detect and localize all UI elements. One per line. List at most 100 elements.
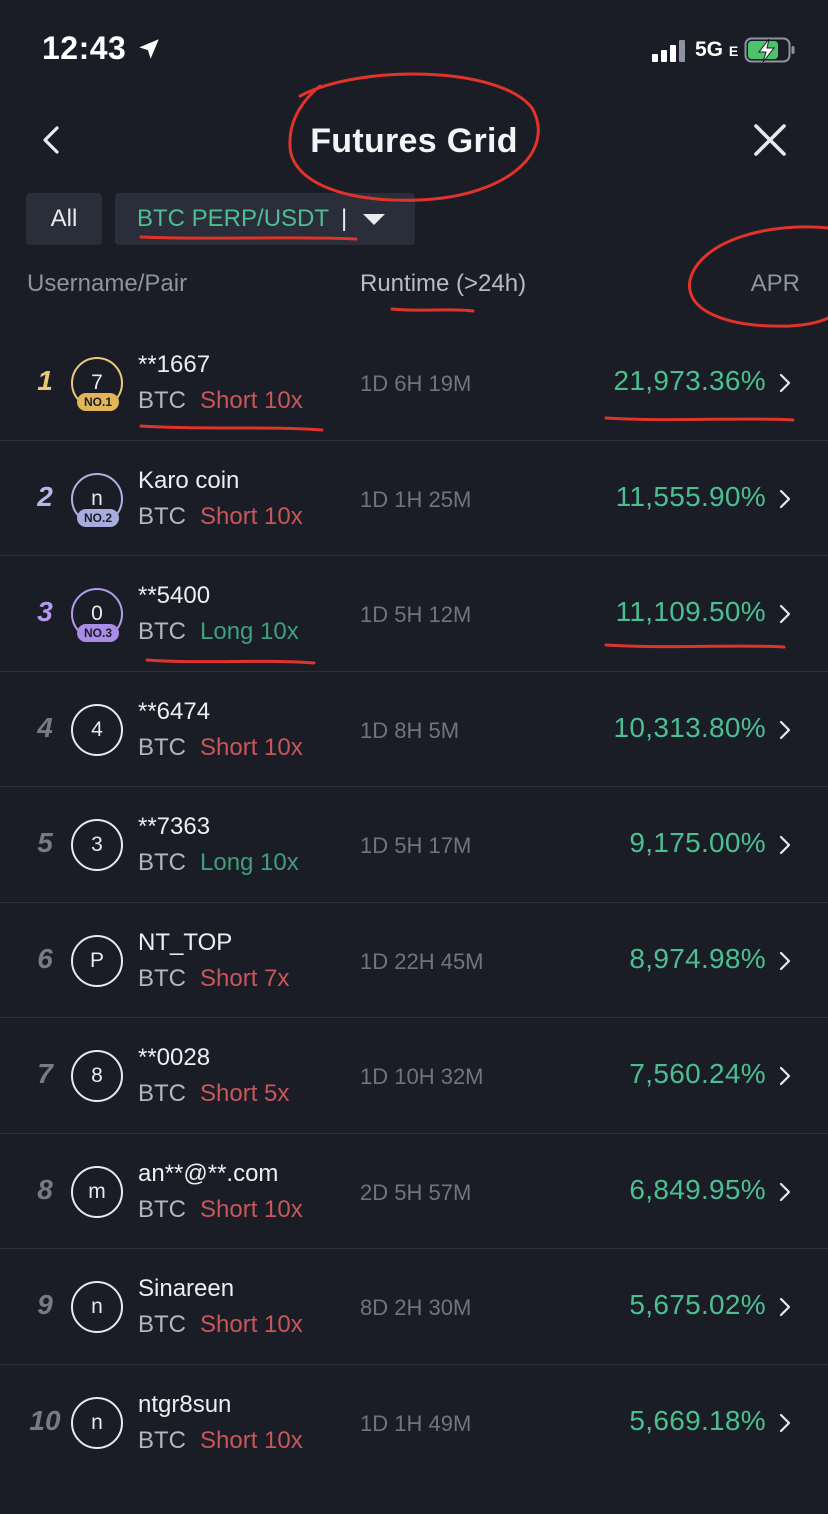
coin-label: BTC [138, 733, 186, 761]
list-item[interactable]: 4 4 **6474 BTC Short 10x 1D 8H 5M 10,313.… [0, 672, 828, 787]
apr-value: 9,175.00% [629, 827, 766, 858]
list-item[interactable]: 7 8 **0028 BTC Short 5x 1D 10H 32M 7,560.… [0, 1018, 828, 1134]
pair-info: BTC Long 10x [138, 849, 299, 877]
pair-select-label: BTC PERP/USDT [137, 205, 330, 232]
list-item[interactable]: 2 n NO.2 Karo coin BTC Short 10x 1D 1H 25… [0, 441, 828, 556]
apr-value: 5,669.18% [629, 1404, 766, 1436]
status-bar: 12:43 5G E [0, 0, 828, 100]
direction-label: Short 10x [200, 387, 303, 414]
chevron-right-icon [779, 951, 791, 970]
chevron-right-icon [779, 720, 791, 739]
rank-number: 6 [37, 942, 53, 974]
runtime-value: 1D 5H 17M [360, 833, 472, 858]
apr-value: 7,560.24% [629, 1058, 766, 1089]
avatar: n [71, 1281, 123, 1333]
close-button[interactable] [748, 118, 792, 162]
apr-value: 11,109.50% [615, 596, 766, 627]
direction-label: Short 10x [200, 1311, 303, 1338]
username: **1667 [138, 351, 211, 378]
apr-value: 5,675.02% [629, 1289, 766, 1320]
username: an**@**.com [138, 1159, 279, 1187]
status-time: 12:43 [42, 30, 127, 66]
column-header-runtime[interactable]: Runtime (>24h) [360, 270, 526, 298]
runtime-value: 1D 1H 49M [360, 1410, 472, 1436]
direction-label: Short 10x [200, 1426, 303, 1454]
avatar: n [71, 1396, 123, 1449]
rank-badge: NO.3 [77, 624, 119, 642]
runtime-value: 1D 8H 5M [360, 717, 460, 743]
coin-label: BTC [138, 618, 186, 645]
apr-value: 10,313.80% [613, 711, 766, 743]
username: ntgr8sun [138, 1390, 232, 1418]
network-label: 5G E [695, 38, 739, 61]
runtime-value: 1D 22H 45M [360, 948, 484, 974]
direction-label: Short 10x [200, 1195, 303, 1223]
avatar: 8 [71, 1050, 123, 1102]
coin-label: BTC [138, 964, 186, 992]
pair-separator: | [341, 205, 348, 232]
chevron-right-icon [779, 1066, 791, 1086]
rank-number: 8 [37, 1173, 53, 1205]
coin-label: BTC [138, 1311, 186, 1338]
apr-value: 21,973.36% [613, 365, 766, 396]
rank-number: 4 [37, 711, 53, 743]
rank-badge: NO.1 [77, 393, 119, 411]
list-item[interactable]: 10 n ntgr8sun BTC Short 10x 1D 1H 49M 5,6… [0, 1365, 828, 1481]
direction-label: Long 10x [200, 849, 299, 876]
apr-value: 6,849.95% [629, 1173, 766, 1205]
username: **5400 [138, 582, 211, 609]
header: Futures Grid [0, 100, 828, 186]
username: NT_TOP [138, 928, 233, 956]
column-header-user: Username/Pair [27, 270, 188, 297]
location-arrow-icon [139, 39, 159, 59]
battery-charging-icon [744, 37, 795, 63]
ranking-list: 1 7 NO.1 **1667 BTC Short 10x 1D 6H 19M 2… [0, 325, 828, 1480]
apr-value: 11,555.90% [615, 480, 766, 512]
list-item[interactable]: 8 m an**@**.com BTC Short 10x 2D 5H 57M 6… [0, 1134, 828, 1249]
list-item[interactable]: 9 n Sinareen BTC Short 10x 8D 2H 30M 5,67… [0, 1249, 828, 1365]
rank-number: 10 [29, 1404, 61, 1436]
avatar: 4 [71, 703, 123, 756]
rank-number: 2 [37, 480, 53, 512]
pair-info: BTC Short 5x [138, 1080, 289, 1108]
column-header-apr[interactable]: APR [751, 270, 800, 298]
coin-label: BTC [138, 1426, 186, 1454]
avatar: 3 [71, 819, 123, 871]
coin-label: BTC [138, 849, 186, 876]
pair-info: BTC Short 10x [138, 387, 303, 415]
pair-info: BTC Short 10x [138, 1196, 303, 1224]
direction-label: Short 10x [200, 502, 303, 530]
chevron-right-icon [779, 1297, 791, 1317]
username: Sinareen [138, 1275, 235, 1302]
chevron-right-icon [779, 604, 791, 624]
pair-info: BTC Long 10x [138, 618, 299, 646]
list-item[interactable]: 6 P NT_TOP BTC Short 7x 1D 22H 45M 8,974.… [0, 903, 828, 1018]
rank-number: 1 [37, 365, 53, 396]
coin-label: BTC [138, 1195, 186, 1223]
chevron-right-icon [779, 489, 791, 508]
rank-number: 7 [37, 1058, 53, 1089]
apr-value: 8,974.98% [629, 942, 766, 974]
list-item[interactable]: 5 3 **7363 BTC Long 10x 1D 5H 17M 9,175.0… [0, 787, 828, 903]
list-item[interactable]: 1 7 NO.1 **1667 BTC Short 10x 1D 6H 19M 2… [0, 325, 828, 441]
coin-label: BTC [138, 502, 186, 530]
runtime-value: 8D 2H 30M [360, 1295, 472, 1320]
username: **6474 [138, 697, 211, 725]
runtime-value: 1D 5H 12M [360, 602, 472, 627]
chevron-right-icon [779, 373, 791, 393]
rank-number: 3 [37, 596, 53, 627]
pair-info: BTC Short 10x [138, 734, 303, 762]
direction-label: Short 7x [200, 964, 290, 992]
username: **7363 [138, 813, 211, 840]
username: Karo coin [138, 466, 240, 494]
direction-label: Long 10x [200, 618, 299, 645]
rank-badge: NO.2 [77, 508, 119, 527]
list-item[interactable]: 3 0 NO.3 **5400 BTC Long 10x 1D 5H 12M 11… [0, 556, 828, 672]
pair-info: BTC Short 10x [138, 1427, 303, 1455]
filter-all-button[interactable]: All [26, 193, 102, 245]
caret-down-icon [363, 213, 386, 225]
pair-select[interactable]: BTC PERP/USDT | [115, 193, 415, 245]
signal-bars-icon [652, 40, 688, 62]
column-headers: Username/Pair Runtime (>24h) APR [0, 270, 828, 306]
pair-info: BTC Short 10x [138, 503, 303, 531]
